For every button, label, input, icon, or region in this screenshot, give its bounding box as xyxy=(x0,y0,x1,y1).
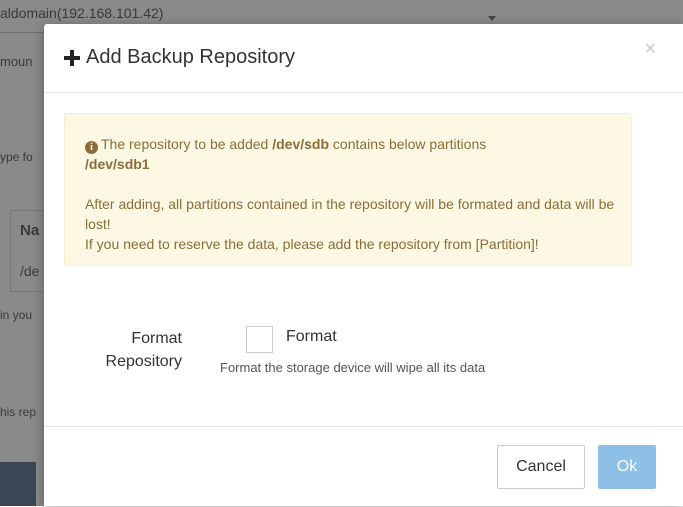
close-icon[interactable]: × xyxy=(644,38,656,61)
alert-spacer xyxy=(85,174,615,194)
chevron-down-icon xyxy=(488,16,496,21)
add-backup-repository-dialog: Add Backup Repository × i The repository … xyxy=(44,24,683,506)
modal-footer: Cancel Ok xyxy=(44,426,683,507)
format-checkbox-label[interactable]: Format xyxy=(286,328,337,346)
cancel-button[interactable]: Cancel xyxy=(497,445,585,489)
alert-text: The repository to be added xyxy=(101,136,273,152)
format-repository-row: Format Repository Format Format the stor… xyxy=(44,324,683,384)
alert-partition: /dev/sdb1 xyxy=(85,154,615,174)
info-icon: i xyxy=(85,141,98,154)
background-text: moun xyxy=(0,54,33,69)
alert-partition-name: /dev/sdb1 xyxy=(85,156,150,172)
plus-icon xyxy=(64,49,80,66)
format-help-text: Format the storage device will wipe all … xyxy=(220,360,486,375)
alert-line-1: i The repository to be added /dev/sdb con… xyxy=(85,134,615,154)
warning-alert: i The repository to be added /dev/sdb con… xyxy=(64,113,632,266)
background-text: ype fo xyxy=(0,150,33,164)
alert-line-3: After adding, all partitions contained i… xyxy=(85,196,615,232)
format-repository-label: Format Repository xyxy=(82,327,182,373)
background-text: his rep xyxy=(0,405,37,419)
background-table-cell: /de xyxy=(20,263,40,279)
format-checkbox[interactable] xyxy=(246,326,273,353)
modal-title: Add Backup Repository xyxy=(64,46,295,69)
ok-button[interactable]: Ok xyxy=(598,445,656,489)
background-table-header: Na xyxy=(20,222,40,239)
label-line: Format xyxy=(131,330,182,347)
modal-title-text: Add Backup Repository xyxy=(86,46,296,68)
background-host-text: aldomain(192.168.101.42) xyxy=(0,5,164,21)
background-button xyxy=(0,462,36,506)
background-text: in you xyxy=(0,308,33,322)
modal-header: Add Backup Repository × xyxy=(44,24,683,93)
label-line: Repository xyxy=(105,353,182,370)
alert-line-4: If you need to reserve the data, please … xyxy=(85,236,539,252)
alert-device: /dev/sdb xyxy=(272,136,330,152)
alert-text: contains below partitions xyxy=(329,136,487,152)
